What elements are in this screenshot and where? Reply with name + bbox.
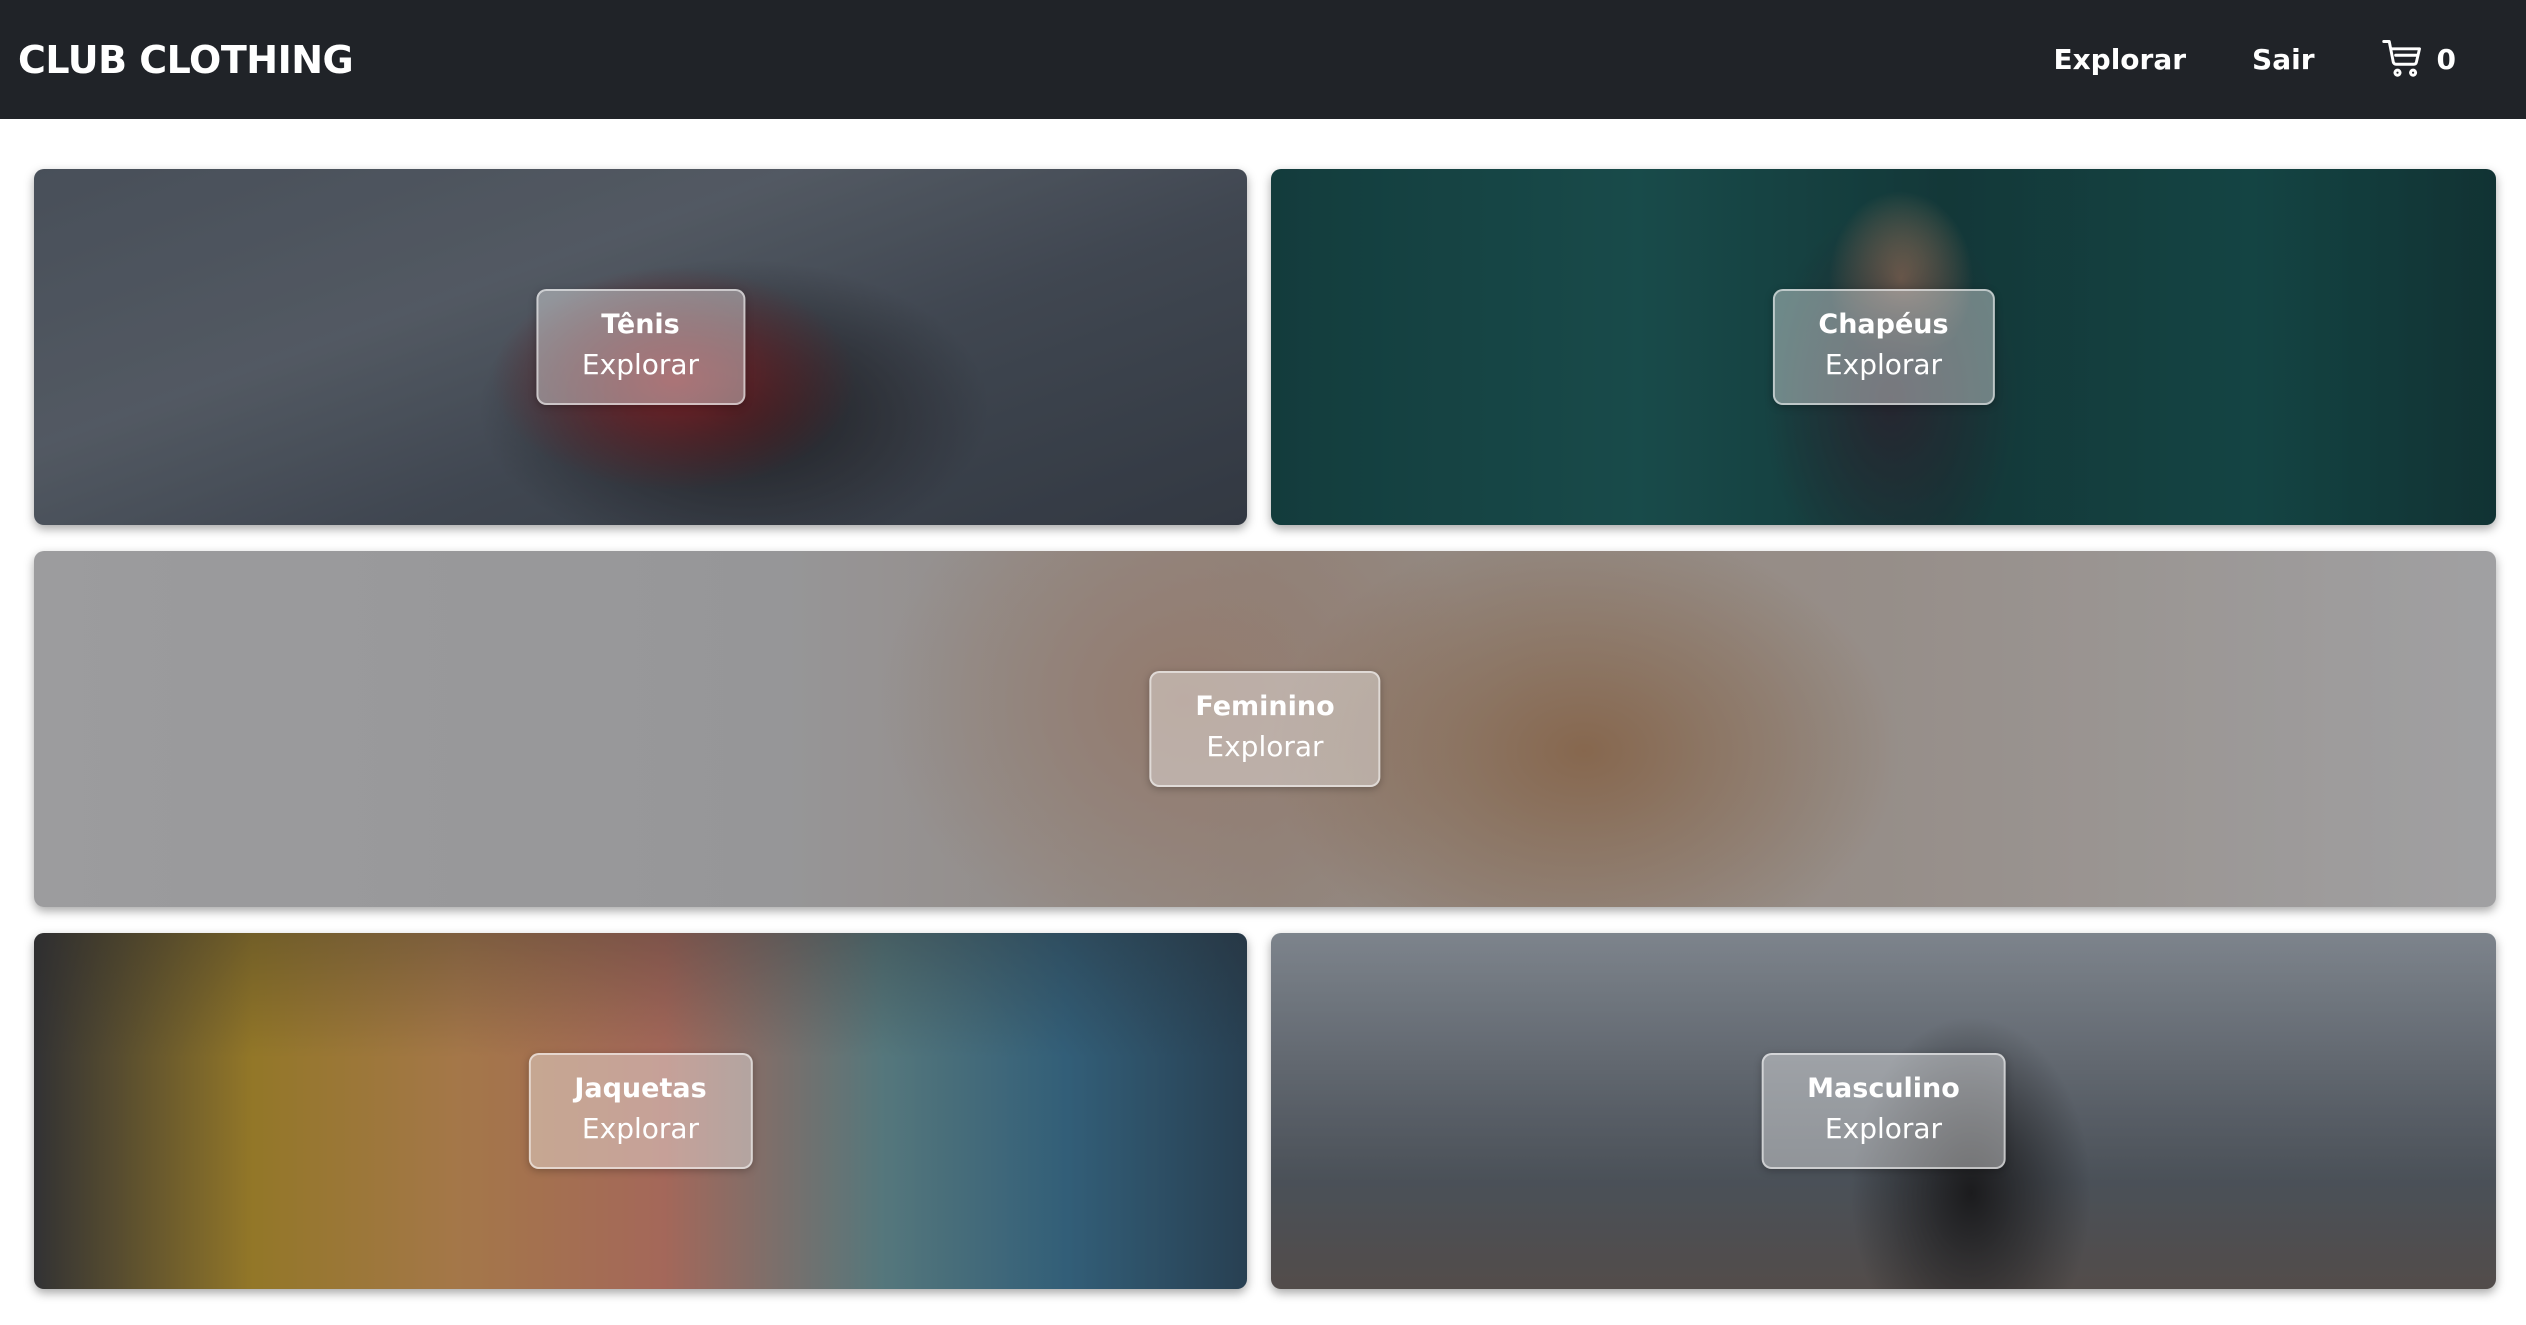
category-label[interactable]: Masculino Explorar (1761, 1053, 2006, 1169)
category-explore-text: Explorar (1824, 1112, 1943, 1145)
category-card-masculino[interactable]: Masculino Explorar (1271, 933, 2496, 1289)
category-card-chapeus[interactable]: Chapéus Explorar (1271, 169, 2496, 525)
category-title: Feminino (1195, 691, 1335, 722)
category-title: Chapéus (1818, 309, 1949, 340)
category-explore-text: Explorar (581, 348, 700, 381)
category-title: Jaquetas (574, 1073, 707, 1104)
category-grid: Tênis Explorar Chapéus Explorar Feminino… (0, 0, 2526, 1325)
category-explore-text: Explorar (1824, 348, 1943, 381)
category-label[interactable]: Tênis Explorar (535, 289, 746, 405)
category-label[interactable]: Feminino Explorar (1149, 671, 1381, 787)
category-card-tenis[interactable]: Tênis Explorar (34, 169, 1247, 525)
category-title: Tênis (601, 309, 680, 340)
category-label[interactable]: Chapéus Explorar (1772, 289, 1995, 405)
category-title: Masculino (1807, 1073, 1960, 1104)
category-explore-text: Explorar (581, 1112, 700, 1145)
category-explore-text: Explorar (1206, 730, 1324, 763)
category-card-jaquetas[interactable]: Jaquetas Explorar (34, 933, 1247, 1289)
category-label[interactable]: Jaquetas Explorar (528, 1053, 753, 1169)
category-card-feminino[interactable]: Feminino Explorar (34, 551, 2496, 907)
